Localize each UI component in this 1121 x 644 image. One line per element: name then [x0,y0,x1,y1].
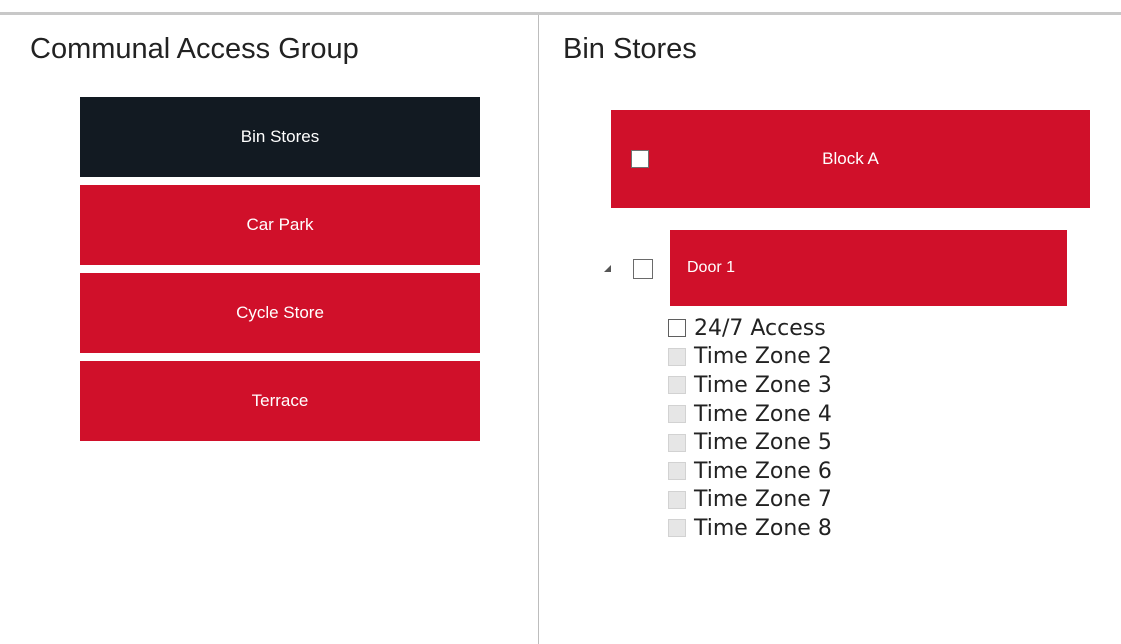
group-button-bin-stores[interactable]: Bin Stores [80,97,480,177]
time-zone-checkbox [668,347,686,366]
time-zone-checkbox [668,490,686,509]
time-zone-item: Time Zone 7 [668,486,832,515]
time-zone-checkbox [668,433,686,452]
block-header[interactable]: Block A [611,110,1090,208]
time-zone-checkbox [668,376,686,395]
group-button-cycle-store[interactable]: Cycle Store [80,273,480,353]
time-zone-item: Time Zone 3 [668,371,832,400]
block-label: Block A [822,149,879,168]
panel-divider [538,15,539,644]
group-button-terrace[interactable]: Terrace [80,361,480,441]
time-zone-label: Time Zone 8 [694,515,832,541]
time-zone-label: 24/7 Access [694,315,826,341]
time-zone-checkbox [668,405,686,424]
time-zone-label: Time Zone 4 [694,401,832,427]
time-zone-label: Time Zone 7 [694,487,832,513]
time-zone-item: Time Zone 2 [668,343,832,372]
top-rule [0,12,1121,15]
time-zone-checkbox[interactable] [668,319,686,338]
expand-collapse-triangle-icon[interactable] [604,265,611,272]
time-zone-item: Time Zone 6 [668,457,832,486]
door-row[interactable]: Door 1 [670,230,1067,306]
time-zone-item: Time Zone 8 [668,514,832,543]
communal-access-group-title: Communal Access Group [30,33,359,65]
door-checkbox[interactable] [633,259,653,279]
door-label: Door 1 [687,259,736,276]
time-zone-checkbox [668,519,686,538]
time-zone-label: Time Zone 3 [694,372,832,398]
time-zone-list: 24/7 Access Time Zone 2 Time Zone 3 Time… [668,314,832,543]
time-zone-item: Time Zone 4 [668,400,832,429]
time-zone-item: Time Zone 5 [668,428,832,457]
access-group-list: Bin Stores Car Park Cycle Store Terrace [80,97,480,449]
time-zone-item[interactable]: 24/7 Access [668,314,832,343]
time-zone-label: Time Zone 2 [694,344,832,370]
block-checkbox[interactable] [631,150,649,168]
selected-group-title: Bin Stores [563,33,697,65]
time-zone-label: Time Zone 5 [694,430,832,456]
time-zone-checkbox [668,462,686,481]
group-button-car-park[interactable]: Car Park [80,185,480,265]
time-zone-label: Time Zone 6 [694,458,832,484]
